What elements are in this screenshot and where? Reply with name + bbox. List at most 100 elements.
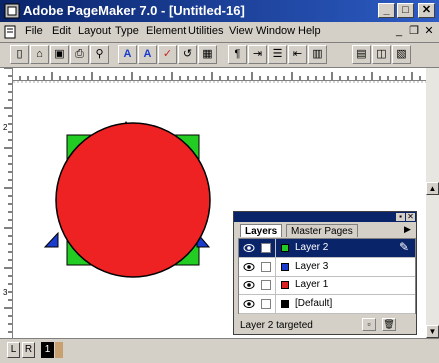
scroll-up-arrow[interactable]: ▲ [426,182,439,195]
menu-bar: File Edit Layout Type Element Utilities … [0,22,439,43]
styles-button[interactable]: ▧ [392,45,411,64]
menu-utilities[interactable]: Utilities [188,25,223,37]
vertical-scrollbar[interactable]: ▲ ▼ [426,68,439,338]
pen-icon: ✎ [399,240,410,254]
layer-color-swatch [281,262,289,271]
find-button[interactable]: ⚲ [90,45,109,64]
eye-icon[interactable] [243,243,255,253]
character-style-icon: A [123,48,132,60]
place-button[interactable]: ↺ [178,45,197,64]
layers-icon: ◫ [376,48,387,60]
pagemaker-app-icon[interactable] [4,3,20,19]
image-icon: ▦ [202,48,213,60]
layer-name: Layer 1 [295,279,329,290]
tab-layers[interactable]: Layers [240,224,283,237]
toolbar: ▯ ⌂ ▣ ⎙ ⚲ A A ✓ ↺ ▦ ¶ ⇥ ☰ ⇤ ▥ ▤ ◫ ▧ [0,43,439,68]
layer-row[interactable]: Layer 1 [239,276,415,295]
palette-title-bar[interactable] [234,212,416,222]
menu-view[interactable]: View [229,25,253,37]
layer-status-text: Layer 2 targeted [240,320,313,331]
paragraph-button[interactable]: ¶ [228,45,247,64]
new-layer-button[interactable]: ▫ [362,318,376,331]
font-button[interactable]: A [138,45,157,64]
menu-file[interactable]: File [25,25,43,37]
new-document-button[interactable]: ▯ [10,45,29,64]
palette-close-button[interactable]: ✕ [406,213,415,221]
vertical-ruler[interactable]: 2 3 [0,68,13,338]
column-divider [275,276,276,294]
menu-type[interactable]: Type [115,25,139,37]
open-folder-icon: ⌂ [36,48,43,60]
layer-name: Layer 3 [295,260,329,272]
save-button[interactable]: ▣ [50,45,69,64]
save-icon: ▣ [54,48,65,60]
ruler-label-3: 3 [3,288,8,297]
font-icon: A [143,48,152,60]
layer-color-swatch [281,281,289,289]
bullets-button[interactable]: ☰ [268,45,287,64]
menu-element[interactable]: Element [146,25,186,37]
menu-help[interactable]: Help [298,25,321,37]
minimize-button[interactable]: _ [378,3,395,18]
menu-window[interactable]: Window [256,25,295,37]
lock-toggle[interactable] [261,280,271,290]
columns-button[interactable]: ▥ [308,45,327,64]
vertical-ruler-ticks [4,68,12,333]
eye-icon[interactable] [243,262,255,272]
palette-minimize-button[interactable]: ▪ [396,213,405,221]
layer-row[interactable]: Layer 2 ✎ [239,239,415,258]
title-bar: Adobe PageMaker 7.0 - [Untitled-16] _ □ … [0,0,439,22]
print-icon: ⎙ [75,48,84,60]
layer-color-swatch [281,244,289,252]
character-style-button[interactable]: A [118,45,137,64]
align-button[interactable]: ⇤ [288,45,307,64]
image-button[interactable]: ▦ [198,45,217,64]
layer-name: [Default] [295,297,333,309]
layers-list: Layer 2 ✎ Layer 3 Layer 1 [Default] [238,238,416,314]
red-circle[interactable] [55,122,211,278]
paragraph-icon: ¶ [234,48,241,60]
document-minimize-button[interactable]: _ [392,25,406,39]
open-folder-button[interactable]: ⌂ [30,45,49,64]
close-button[interactable]: ✕ [418,3,435,18]
page-1-button[interactable]: 1 [41,342,54,358]
lock-toggle[interactable] [261,298,271,309]
indent-button[interactable]: ⇥ [248,45,267,64]
document-close-button[interactable]: ✕ [422,25,436,39]
eye-icon[interactable] [243,299,255,309]
find-icon: ⚲ [95,48,104,60]
frame-button[interactable]: ▤ [352,45,371,64]
document-icon[interactable] [3,25,17,39]
spell-check-button[interactable]: ✓ [158,45,177,64]
menu-layout[interactable]: Layout [78,25,111,37]
lock-toggle[interactable] [261,243,271,253]
lock-toggle[interactable] [261,261,271,272]
eye-icon[interactable] [243,280,255,290]
columns-icon: ▥ [312,48,323,60]
scroll-down-arrow[interactable]: ▼ [426,325,439,338]
right-master-page-button[interactable]: R [22,342,35,358]
layer-row[interactable]: [Default] [239,294,415,314]
align-icon: ⇤ [292,48,303,60]
new-document-icon: ▯ [16,48,23,60]
left-master-page-button[interactable]: L [7,342,20,358]
blue-triangle-left[interactable] [43,231,59,248]
document-restore-button[interactable]: ❐ [407,25,421,39]
indent-icon: ⇥ [252,48,263,60]
layers-palette[interactable]: ▪ ✕ Layers Master Pages ▶ Layer 2 ✎ Layer … [233,211,417,335]
page-tab-edge [55,342,63,358]
layer-color-swatch [281,299,289,308]
column-divider [275,257,276,276]
menu-edit[interactable]: Edit [52,25,71,37]
tab-master-pages[interactable]: Master Pages [286,224,358,237]
horizontal-ruler[interactable] [11,68,426,81]
maximize-button[interactable]: □ [397,3,414,18]
spell-check-icon: ✓ [162,48,173,60]
print-button[interactable]: ⎙ [70,45,89,64]
layers-button[interactable]: ◫ [372,45,391,64]
layer-row[interactable]: Layer 3 [239,257,415,277]
palette-menu-arrow-icon[interactable]: ▶ [404,224,411,235]
layer-name: Layer 2 [295,242,329,253]
delete-layer-button[interactable]: 🗑 [382,318,396,331]
styles-icon: ▧ [396,48,407,60]
